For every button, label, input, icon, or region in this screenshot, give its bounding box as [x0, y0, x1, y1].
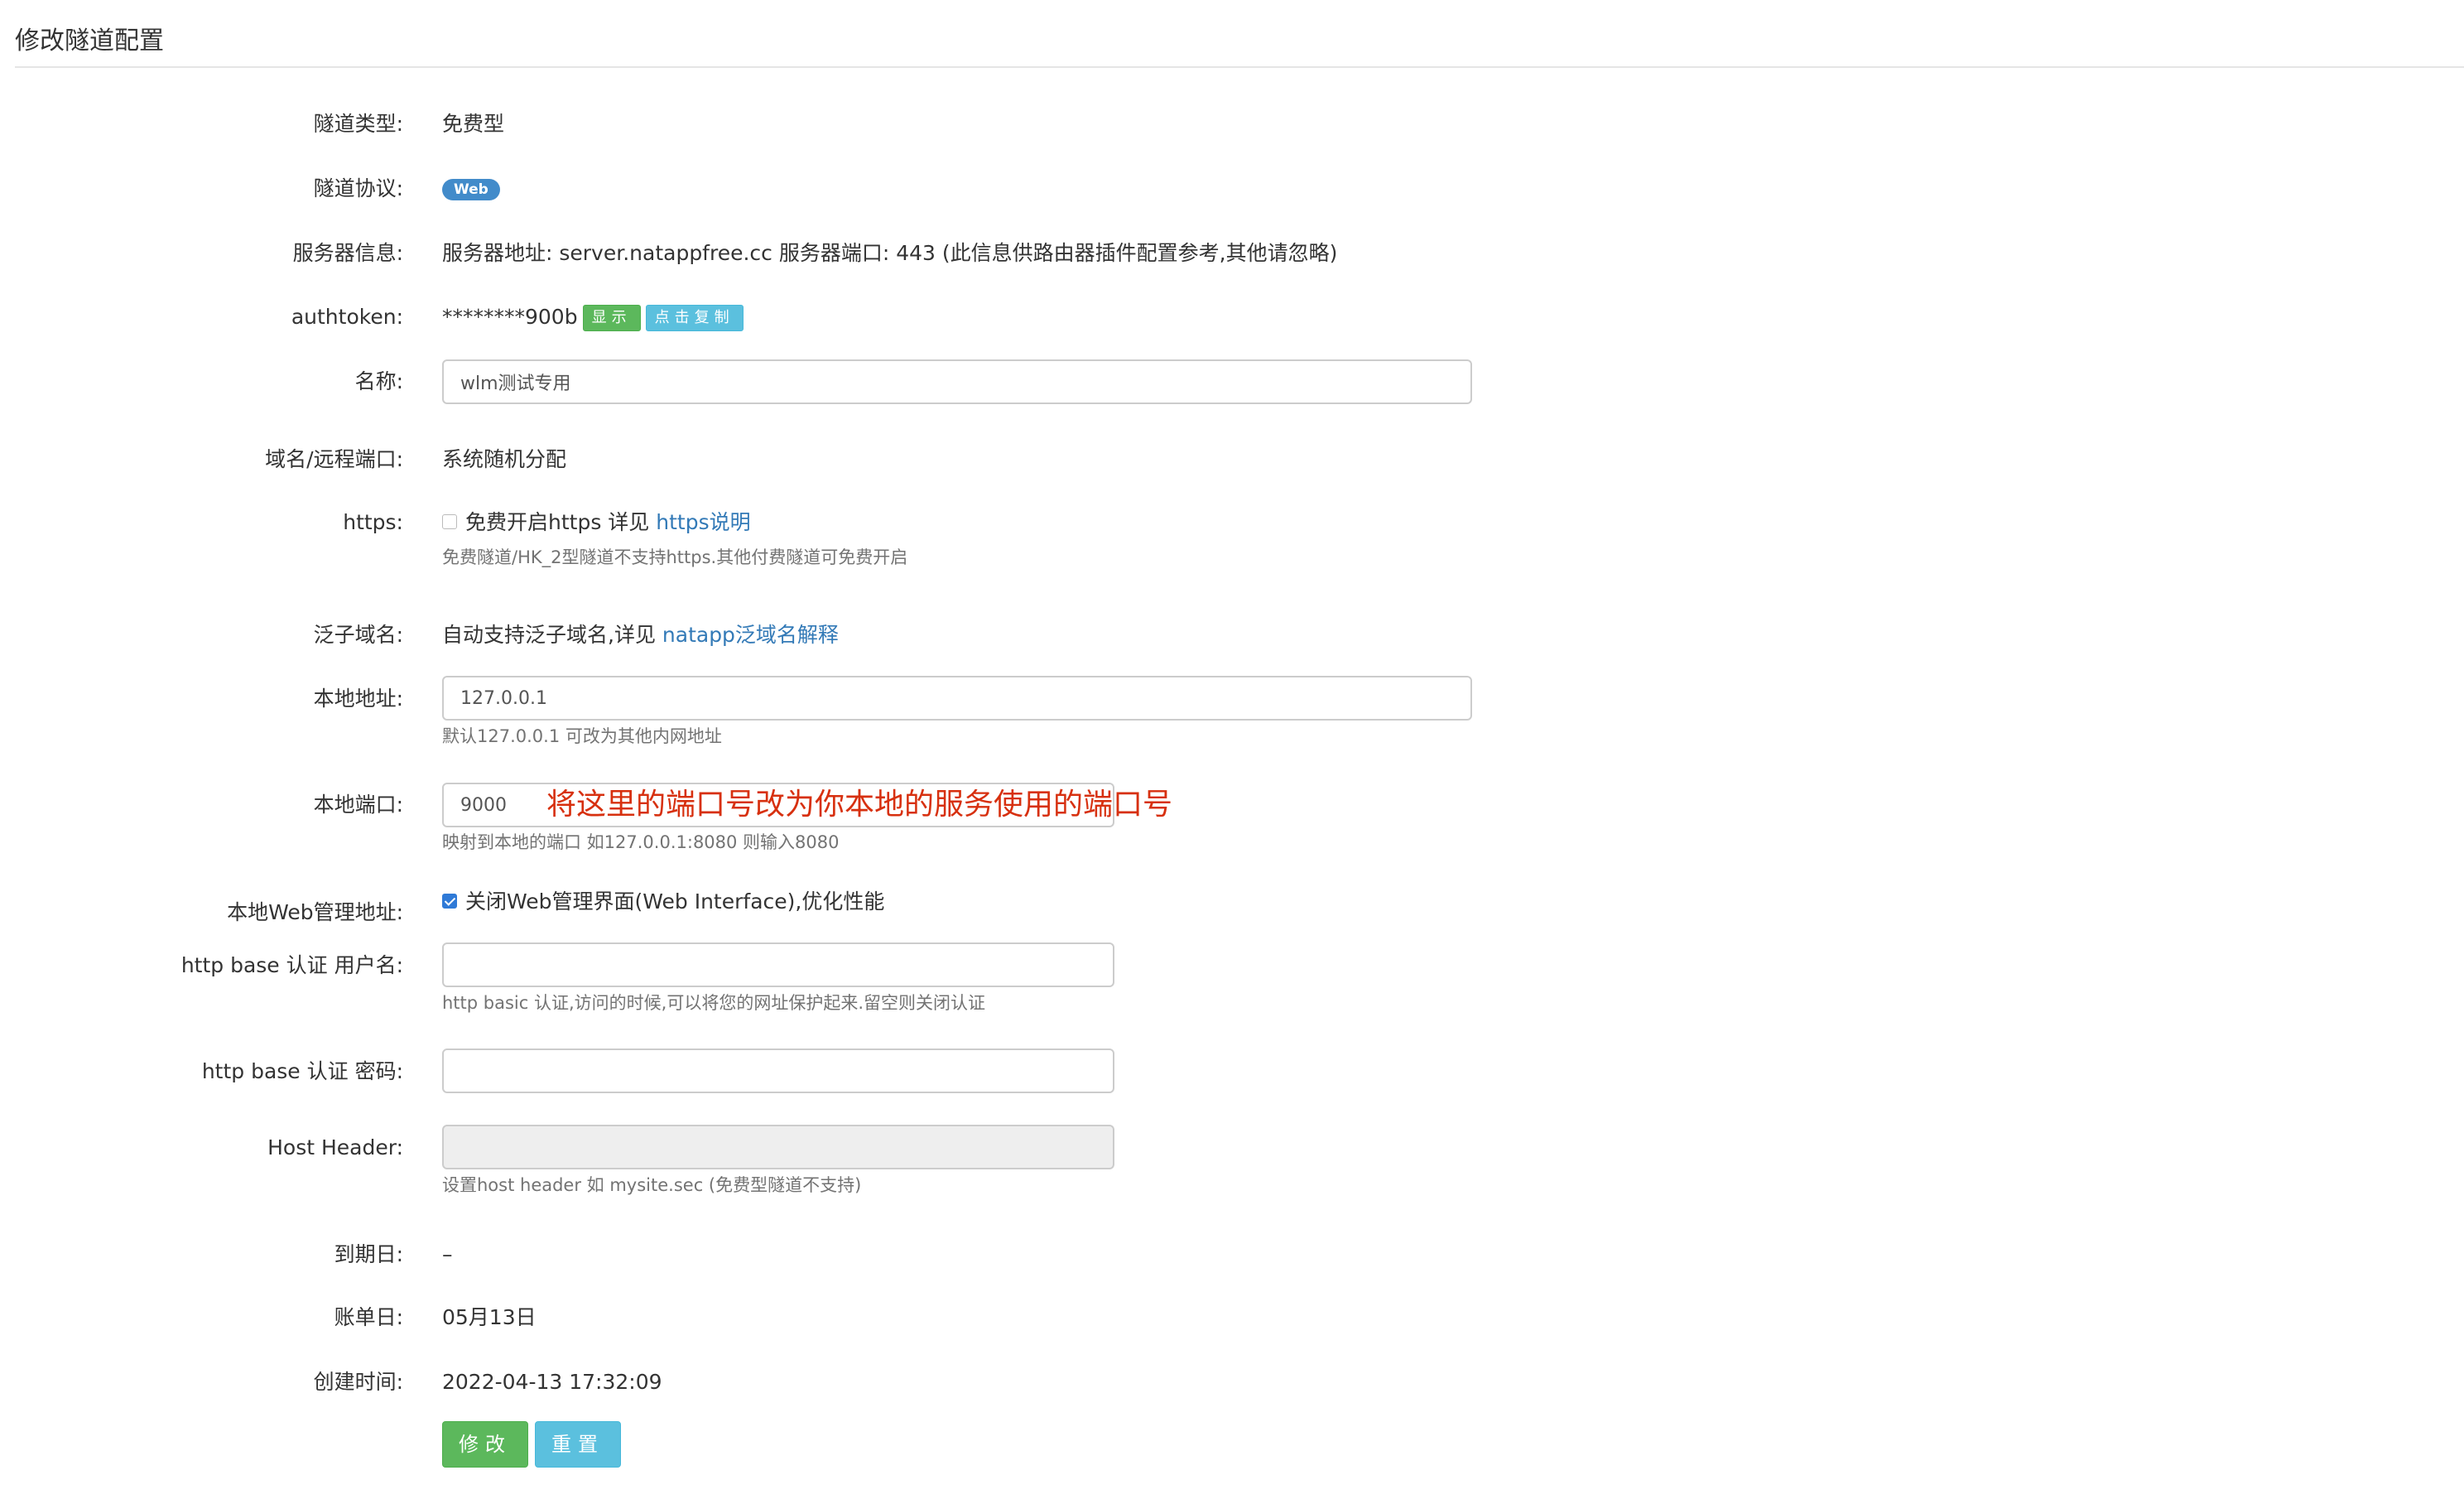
web-admin-checkbox-text: 关闭Web管理界面(Web Interface),优化性能 — [465, 889, 885, 913]
submit-button[interactable]: 修改 — [442, 1421, 528, 1468]
host-header-label: Host Header: — [267, 1135, 403, 1159]
host-header-help: 设置host header 如 mysite.sec (免费型隧道不支持) — [442, 1175, 862, 1195]
local-addr-label: 本地地址: — [313, 687, 403, 711]
local-addr-input[interactable] — [442, 676, 1472, 721]
name-label: 名称: — [354, 369, 403, 393]
bill-day-value: 05月13日 — [442, 1305, 537, 1329]
https-label: https: — [343, 510, 403, 534]
basic-pass-label: http base 认证 密码: — [201, 1059, 403, 1083]
basic-user-input[interactable] — [442, 942, 1114, 987]
authtoken-label: authtoken: — [291, 305, 403, 329]
wildcard-label: 泛子域名: — [313, 623, 403, 647]
protocol-value: Web — [442, 174, 500, 204]
web-admin-row: 关闭Web管理界面(Web Interface),优化性能 — [442, 887, 884, 917]
created-label: 创建时间: — [313, 1370, 403, 1394]
https-doc-link[interactable]: https说明 — [656, 510, 750, 534]
page: 修改隧道配置 隧道类型: 免费型 隧道协议: Web 服务器信息: 服务器地址:… — [0, 0, 2464, 1504]
wildcard-doc-link[interactable]: natapp泛域名解释 — [662, 623, 839, 647]
bill-day-label: 账单日: — [334, 1305, 403, 1329]
https-checkbox[interactable] — [442, 514, 457, 529]
local-addr-help: 默认127.0.0.1 可改为其他内网地址 — [442, 726, 722, 746]
tunnel-type-label: 隧道类型: — [313, 112, 403, 136]
wildcard-text: 自动支持泛子域名,详见 — [442, 623, 662, 647]
web-admin-label: 本地Web管理地址: — [227, 900, 403, 924]
protocol-badge: Web — [442, 179, 500, 200]
authtoken-row: ********900b 显示 点击复制 — [442, 302, 744, 332]
web-admin-checkbox[interactable] — [442, 894, 457, 909]
local-port-label: 本地端口: — [313, 793, 403, 817]
server-info-label: 服务器信息: — [292, 241, 403, 265]
tunnel-type-value: 免费型 — [442, 112, 505, 136]
reset-button[interactable]: 重置 — [535, 1421, 621, 1468]
expire-value: – — [442, 1242, 453, 1266]
server-info-value: 服务器地址: server.natappfree.cc 服务器端口: 443 (… — [442, 241, 1338, 265]
title-divider — [15, 66, 2464, 68]
https-checkbox-text: 免费开启https 详见 — [465, 510, 657, 534]
domain-port-label: 域名/远程端口: — [265, 447, 403, 471]
basic-user-label: http base 认证 用户名: — [180, 953, 403, 977]
domain-port-value: 系统随机分配 — [442, 447, 567, 471]
basic-pass-input[interactable] — [442, 1048, 1114, 1093]
expire-label: 到期日: — [334, 1242, 403, 1266]
name-input[interactable] — [442, 359, 1472, 404]
authtoken-value: ********900b — [442, 305, 578, 329]
protocol-label: 隧道协议: — [313, 176, 403, 200]
created-value: 2022-04-13 17:32:09 — [442, 1370, 662, 1394]
page-title: 修改隧道配置 — [15, 27, 164, 55]
https-row: 免费开启https 详见 https说明 — [442, 508, 751, 537]
port-annotation: 将这里的端口号改为你本地的服务使用的端口号 — [546, 788, 1173, 822]
local-port-help: 映射到本地的端口 如127.0.0.1:8080 则输入8080 — [442, 832, 840, 852]
host-header-input — [442, 1125, 1114, 1169]
basic-user-help: http basic 认证,访问的时候,可以将您的网址保护起来.留空则关闭认证 — [442, 993, 986, 1013]
show-token-button[interactable]: 显示 — [582, 305, 641, 331]
wildcard-row: 自动支持泛子域名,详见 natapp泛域名解释 — [442, 620, 839, 650]
https-help: 免费隧道/HK_2型隧道不支持https.其他付费隧道可免费开启 — [442, 547, 908, 567]
copy-token-button[interactable]: 点击复制 — [645, 305, 744, 331]
